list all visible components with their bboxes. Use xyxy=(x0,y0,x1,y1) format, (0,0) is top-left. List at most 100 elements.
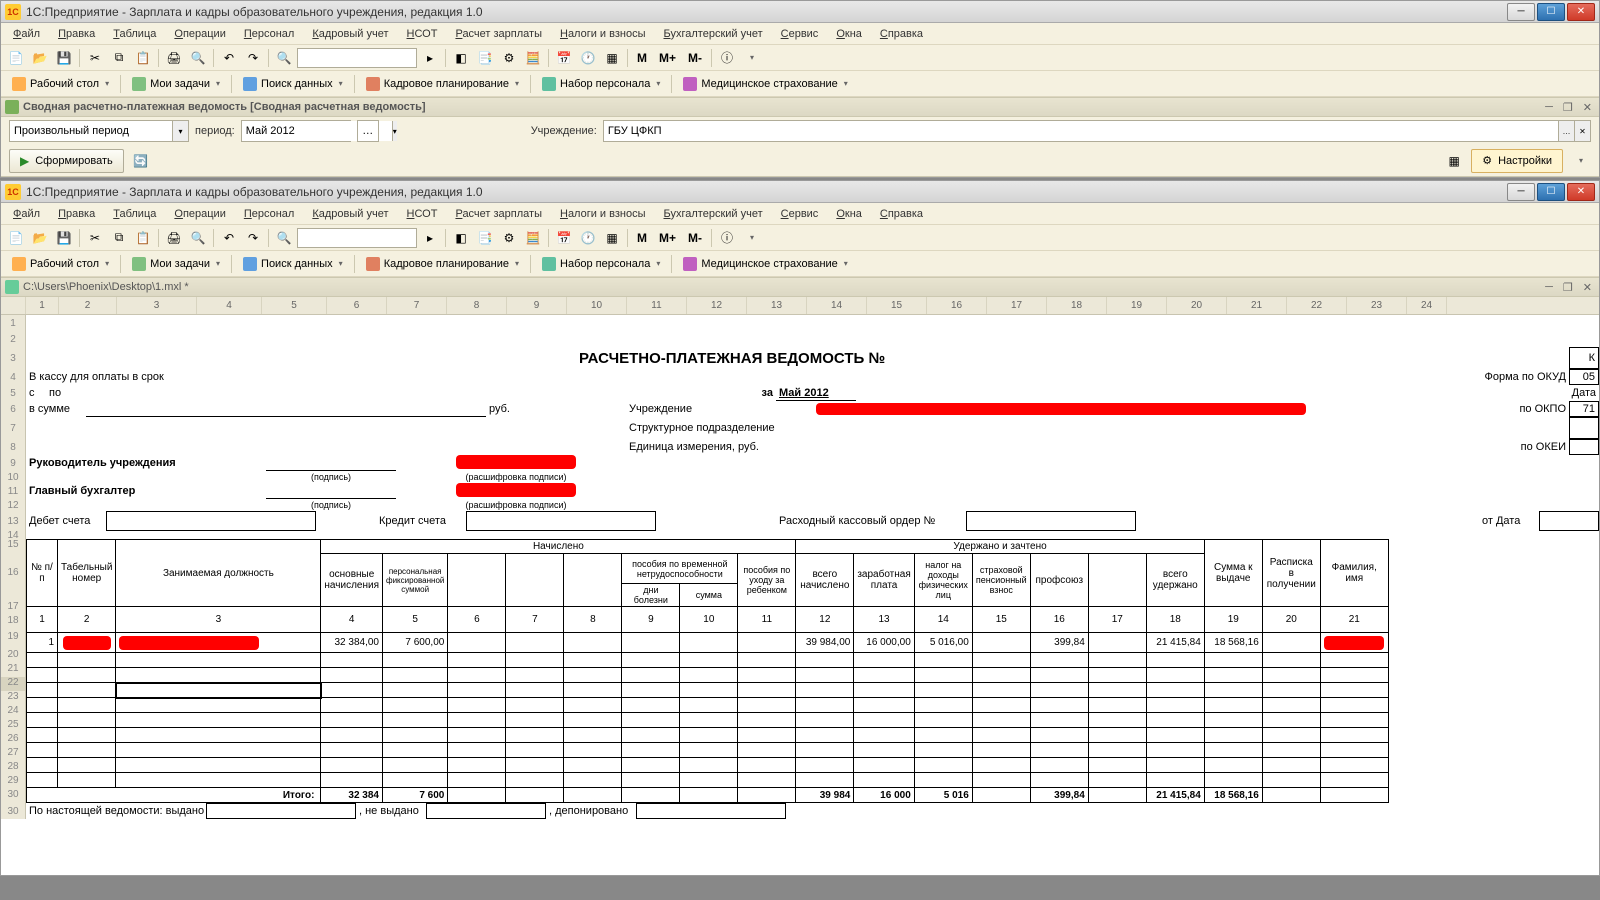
period-type-combo[interactable]: ▾ xyxy=(9,120,189,142)
nav-Набор-персонала[interactable]: Набор персонала xyxy=(535,254,667,274)
subwin-minimize-button[interactable]: ─ xyxy=(1542,101,1556,114)
dropdown-icon[interactable] xyxy=(740,47,762,69)
row-num[interactable]: 11 xyxy=(1,483,26,499)
grid-icon[interactable]: ▦ xyxy=(1443,150,1465,172)
tool-1-icon[interactable]: ◧ xyxy=(450,47,472,69)
nav-Кадровое-планирование[interactable]: Кадровое планирование xyxy=(359,254,526,274)
preview-icon[interactable]: 🔍 xyxy=(187,47,209,69)
undo-icon-2[interactable]: ↶ xyxy=(218,227,240,249)
row-num[interactable]: 4 xyxy=(1,369,26,385)
clock-icon[interactable]: 🕐 xyxy=(577,47,599,69)
doc-close-button[interactable]: ✕ xyxy=(1580,281,1595,294)
print-icon[interactable]: 🖨 xyxy=(163,47,185,69)
col-15[interactable]: 15 xyxy=(867,297,927,314)
period-combo[interactable]: ▾ xyxy=(241,120,351,142)
search-go-icon-2[interactable]: ▸ xyxy=(419,227,441,249)
rko-input[interactable] xyxy=(966,511,1136,531)
col-18[interactable]: 18 xyxy=(1047,297,1107,314)
search-input-2[interactable] xyxy=(297,228,417,248)
period-dots-button[interactable]: … xyxy=(357,120,379,142)
help-icon[interactable]: ⓘ xyxy=(716,47,738,69)
menu-Расчет зарплаты[interactable]: Расчет зарплаты xyxy=(447,206,550,222)
menu-Операции[interactable]: Операции xyxy=(166,26,233,42)
nav-Поиск-данных[interactable]: Поиск данных xyxy=(236,74,350,94)
row-num[interactable]: 1 xyxy=(1,315,26,331)
paste-icon-2[interactable]: 📋 xyxy=(132,227,154,249)
row-num[interactable]: 6 xyxy=(1,401,26,417)
col-16[interactable]: 16 xyxy=(927,297,987,314)
nav-Рабочий-стол[interactable]: Рабочий стол xyxy=(5,74,116,94)
col-6[interactable]: 6 xyxy=(327,297,387,314)
maximize-button-2[interactable]: ☐ xyxy=(1537,183,1565,201)
nav-Рабочий-стол[interactable]: Рабочий стол xyxy=(5,254,116,274)
row-num[interactable]: 14 xyxy=(1,531,26,539)
settings-button[interactable]: ⚙ Настройки xyxy=(1471,149,1563,173)
row-num[interactable]: 13 xyxy=(1,511,26,531)
col-11[interactable]: 11 xyxy=(627,297,687,314)
open-icon-2[interactable]: 📂 xyxy=(29,227,51,249)
col-5[interactable]: 5 xyxy=(262,297,327,314)
calc-icon[interactable]: 🧮 xyxy=(522,47,544,69)
menu-Бухгалтерский учет[interactable]: Бухгалтерский учет xyxy=(656,26,771,42)
subwin-restore-button[interactable]: ❐ xyxy=(1560,101,1576,114)
minimize-button-2[interactable]: ─ xyxy=(1507,183,1535,201)
search-input[interactable] xyxy=(297,48,417,68)
cut-icon-2[interactable]: ✂ xyxy=(84,227,106,249)
calc-icon-2[interactable]: 🧮 xyxy=(522,227,544,249)
nav-Кадровое-планирование[interactable]: Кадровое планирование xyxy=(359,74,526,94)
col-9[interactable]: 9 xyxy=(507,297,567,314)
new-doc-icon-2[interactable]: 📄 xyxy=(5,227,27,249)
row-num[interactable]: 2 xyxy=(1,331,26,347)
active-cell[interactable] xyxy=(116,683,321,698)
col-1[interactable]: 1 xyxy=(26,297,59,314)
credit-input[interactable] xyxy=(466,511,656,531)
menu-Операции[interactable]: Операции xyxy=(166,206,233,222)
row-num[interactable]: 5 xyxy=(1,385,26,401)
maximize-button[interactable]: ☐ xyxy=(1537,3,1565,21)
doc-restore-button[interactable]: ❐ xyxy=(1560,281,1576,294)
menu-Таблица[interactable]: Таблица xyxy=(105,26,164,42)
tool-2-icon-2[interactable]: 📑 xyxy=(474,227,496,249)
menu-Правка[interactable]: Правка xyxy=(50,206,103,222)
row-num[interactable]: 9 xyxy=(1,455,26,471)
nav-Набор-персонала[interactable]: Набор персонала xyxy=(535,74,667,94)
table-row[interactable]: 1 32 384,00 7 600,00 39 984,00 16 000,00… xyxy=(27,633,1389,653)
menu-Кадровый учет[interactable]: Кадровый учет xyxy=(304,206,396,222)
row-num[interactable]: 12 xyxy=(1,499,26,511)
col-20[interactable]: 20 xyxy=(1167,297,1227,314)
col-19[interactable]: 19 xyxy=(1107,297,1167,314)
row-num[interactable]: 10 xyxy=(1,471,26,483)
new-doc-icon[interactable]: 📄 xyxy=(5,47,27,69)
tool-3-icon-2[interactable]: ⚙ xyxy=(498,227,520,249)
date-input[interactable] xyxy=(1539,511,1599,531)
menu-Правка[interactable]: Правка xyxy=(50,26,103,42)
save-icon-2[interactable]: 💾 xyxy=(53,227,75,249)
table-icon[interactable]: ▦ xyxy=(601,47,623,69)
menu-Справка[interactable]: Справка xyxy=(872,26,931,42)
redo-icon[interactable]: ↷ xyxy=(242,47,264,69)
col-7[interactable]: 7 xyxy=(387,297,447,314)
memory-m-plus-2[interactable]: M+ xyxy=(654,227,681,249)
spreadsheet[interactable]: 1 2 3 РАСЧЕТНО-ПЛАТЕЖНАЯ ВЕДОМОСТЬ № К 4… xyxy=(1,315,1599,875)
minimize-button[interactable]: ─ xyxy=(1507,3,1535,21)
col-14[interactable]: 14 xyxy=(807,297,867,314)
org-input[interactable] xyxy=(604,121,1558,141)
menu-Персонал[interactable]: Персонал xyxy=(236,26,303,42)
menu-Сервис[interactable]: Сервис xyxy=(773,206,827,222)
copy-icon[interactable]: ⧉ xyxy=(108,47,130,69)
row-num[interactable]: 3 xyxy=(1,347,26,369)
not-issued-input[interactable] xyxy=(426,803,546,819)
col-10[interactable]: 10 xyxy=(567,297,627,314)
search-icon-2[interactable]: 🔍 xyxy=(273,227,295,249)
nav-Мои-задачи[interactable]: Мои задачи xyxy=(125,74,227,94)
more-icon[interactable] xyxy=(1569,150,1591,172)
row-num[interactable]: 8 xyxy=(1,439,26,455)
calendar-icon[interactable]: 📅 xyxy=(553,47,575,69)
menu-Налоги и взносы[interactable]: Налоги и взносы xyxy=(552,26,654,42)
menu-Файл[interactable]: Файл xyxy=(5,206,48,222)
period-type-dropdown-icon[interactable]: ▾ xyxy=(172,121,188,141)
generate-button[interactable]: ▶ Сформировать xyxy=(9,149,124,173)
memory-m-minus-2[interactable]: M- xyxy=(683,227,707,249)
row-num[interactable]: 30 xyxy=(1,803,26,819)
period-dropdown-icon[interactable]: ▾ xyxy=(392,121,397,141)
